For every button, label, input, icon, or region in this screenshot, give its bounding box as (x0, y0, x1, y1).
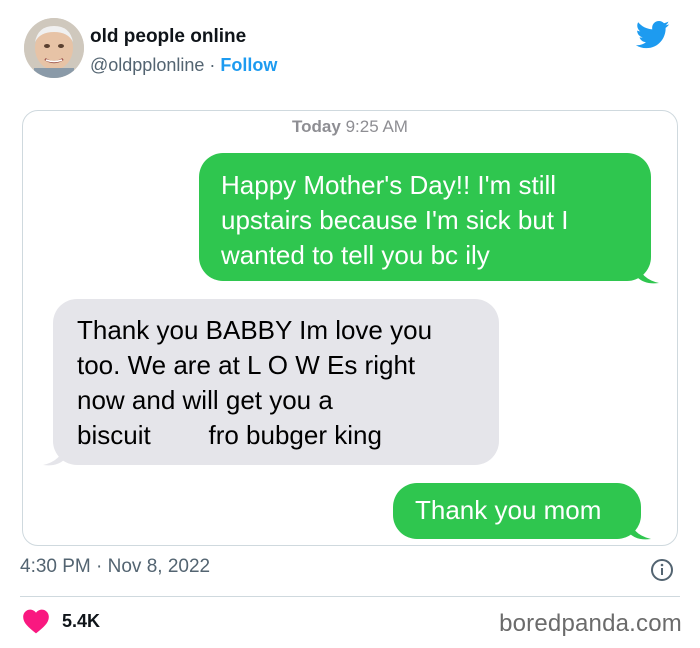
tweet-timestamp[interactable]: 4:30 PM · Nov 8, 2022 (20, 556, 210, 578)
sent-message-bubble: Happy Mother's Day!! I'm still upstairs … (199, 153, 651, 281)
watermark: boredpanda.com (499, 610, 682, 637)
info-icon[interactable] (650, 558, 674, 582)
timestamp-day: Today (292, 117, 341, 136)
message-timestamp: Today 9:25 AM (23, 117, 677, 137)
sent-message-bubble: Thank you mom (393, 483, 641, 539)
heart-icon (23, 609, 49, 634)
separator: · (204, 55, 221, 75)
tweet-header: old people online @oldpplonline · Follow (20, 16, 680, 80)
display-name[interactable]: old people online (90, 26, 277, 48)
twitter-bird-icon[interactable] (636, 20, 670, 50)
avatar-image (24, 18, 84, 78)
sent-bubble-tail (637, 263, 659, 284)
received-message-bubble: Thank you BABBY Im love you too. We are … (53, 299, 499, 465)
like-button[interactable]: 5.4K (22, 608, 100, 634)
author-block: old people online @oldpplonline · Follow (90, 26, 277, 76)
sent-bubble-tail (629, 519, 651, 540)
follow-button[interactable]: Follow (220, 55, 277, 75)
text-message-screenshot[interactable]: Today 9:25 AM Happy Mother's Day!! I'm s… (22, 110, 678, 546)
timestamp-time: 9:25 AM (345, 117, 408, 136)
received-bubble-tail (43, 445, 65, 466)
divider (20, 596, 680, 597)
avatar[interactable] (24, 18, 84, 78)
handle-row: @oldpplonline · Follow (90, 54, 277, 76)
handle[interactable]: @oldpplonline (90, 55, 204, 75)
like-count: 5.4K (62, 610, 101, 631)
